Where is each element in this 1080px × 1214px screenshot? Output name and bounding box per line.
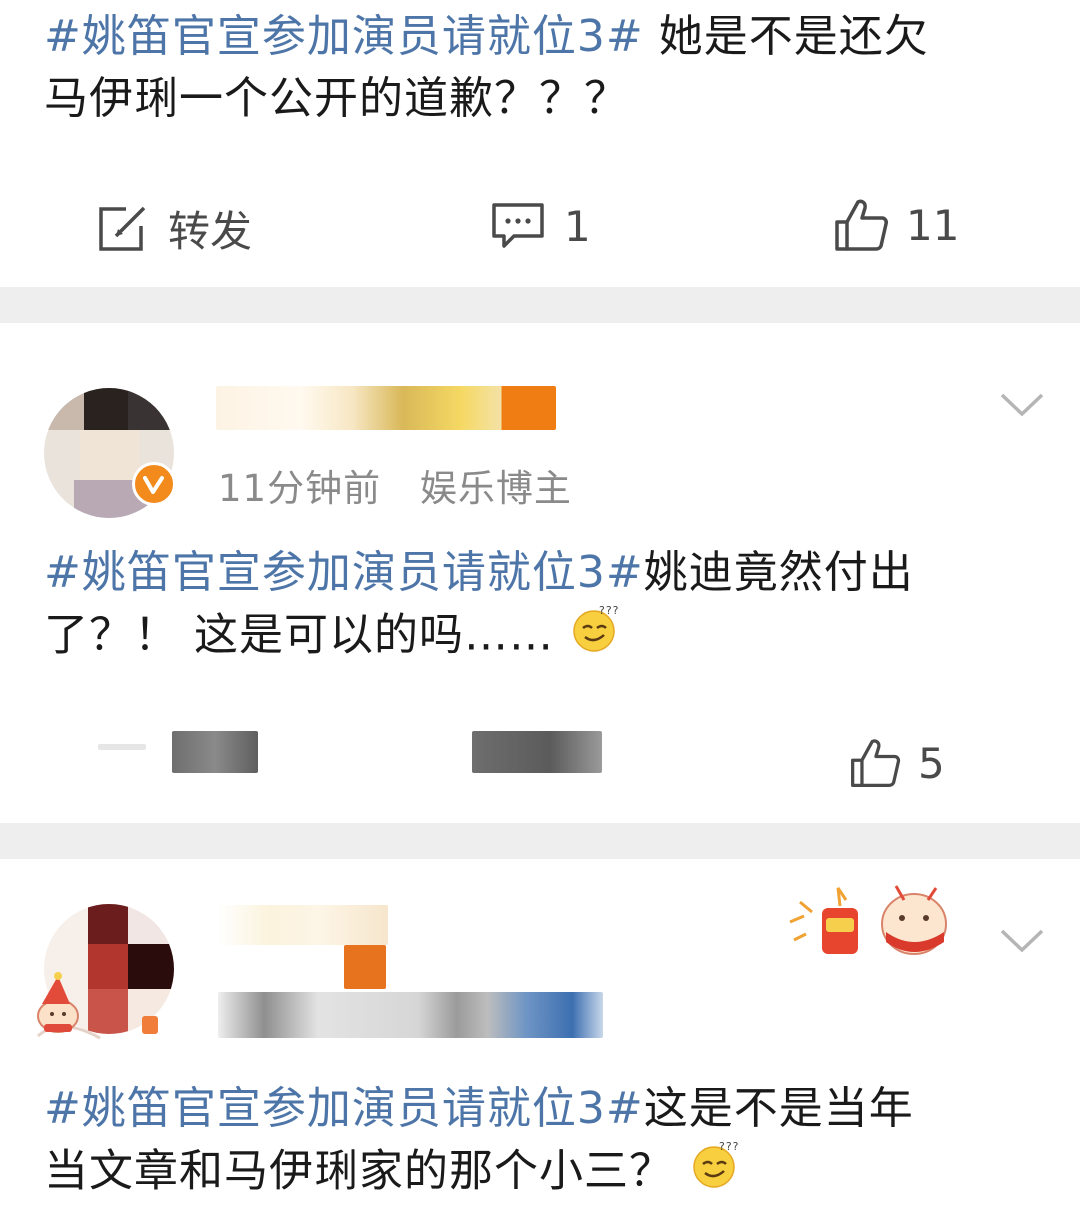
smirk-emoji-icon: ??? <box>569 604 619 671</box>
cartoon-frame-icon <box>30 946 170 1050</box>
repost-icon <box>96 204 148 254</box>
svg-text:???: ??? <box>719 1140 739 1153</box>
comment-button[interactable]: 1 <box>490 200 591 252</box>
username-redacted[interactable] <box>216 386 556 430</box>
thumbs-up-icon <box>848 736 902 790</box>
like-count: 11 <box>906 200 960 250</box>
post-3-text: #姚笛官宣参加演员请就位3#这是不是当年 当文章和马伊琍家的那个小三？ ??? <box>44 1078 1044 1207</box>
username-redacted[interactable] <box>218 905 388 945</box>
user-tag: 娱乐博主 <box>419 467 572 510</box>
chevron-down-icon[interactable] <box>998 390 1046 424</box>
post-1-text: #姚笛官宣参加演员请就位3# 她是不是还欠 马伊琍一个公开的道歉？？？ <box>44 6 1044 130</box>
post-2-text-line1: 姚迪竟然付出 <box>643 547 914 598</box>
verified-badge <box>132 462 176 506</box>
repost-button[interactable]: 转发 <box>96 198 252 259</box>
post-3-text-line2: 当文章和马伊琍家的那个小三？ <box>44 1145 674 1197</box>
thumbs-up-icon <box>832 196 890 254</box>
post-1-text-line1: 她是不是还欠 <box>643 11 929 62</box>
like-button-2[interactable]: 5 <box>848 736 945 790</box>
like-button[interactable]: 11 <box>832 196 959 254</box>
chevron-down-icon[interactable] <box>998 926 1046 960</box>
like-count: 5 <box>918 738 945 788</box>
post-2-text-line2: 了？！ 这是可以的吗…… <box>44 609 554 661</box>
meta-redacted[interactable] <box>218 992 603 1038</box>
comment-icon <box>490 200 546 252</box>
repost-label-redacted[interactable] <box>172 731 258 773</box>
post-2-meta: 11分钟前 娱乐博主 <box>218 458 572 512</box>
comment-redacted[interactable] <box>472 731 602 773</box>
post-3-topic[interactable]: #姚笛官宣参加演员请就位3# <box>44 1083 644 1134</box>
post-divider <box>0 287 1080 323</box>
svg-text:???: ??? <box>599 604 619 617</box>
post-divider <box>0 823 1080 859</box>
post-3-text-line1: 这是不是当年 <box>643 1083 914 1134</box>
post-2-text: #姚笛官宣参加演员请就位3#姚迪竟然付出 了？！ 这是可以的吗…… ??? <box>44 542 1044 671</box>
repost-label: 转发 <box>168 207 253 256</box>
post-1-topic[interactable]: #姚笛官宣参加演员请就位3# <box>44 11 644 62</box>
comment-count: 1 <box>564 201 591 251</box>
post-1-text-line2: 马伊琍一个公开的道歉？？？ <box>44 73 629 124</box>
fan-badge-icon <box>786 872 966 972</box>
post-time: 11分钟前 <box>218 467 382 510</box>
smirk-emoji-icon: ??? <box>689 1140 739 1207</box>
repost-redacted[interactable] <box>98 744 146 750</box>
username-redacted-2[interactable] <box>344 945 386 989</box>
post-2-topic[interactable]: #姚笛官宣参加演员请就位3# <box>44 547 644 598</box>
